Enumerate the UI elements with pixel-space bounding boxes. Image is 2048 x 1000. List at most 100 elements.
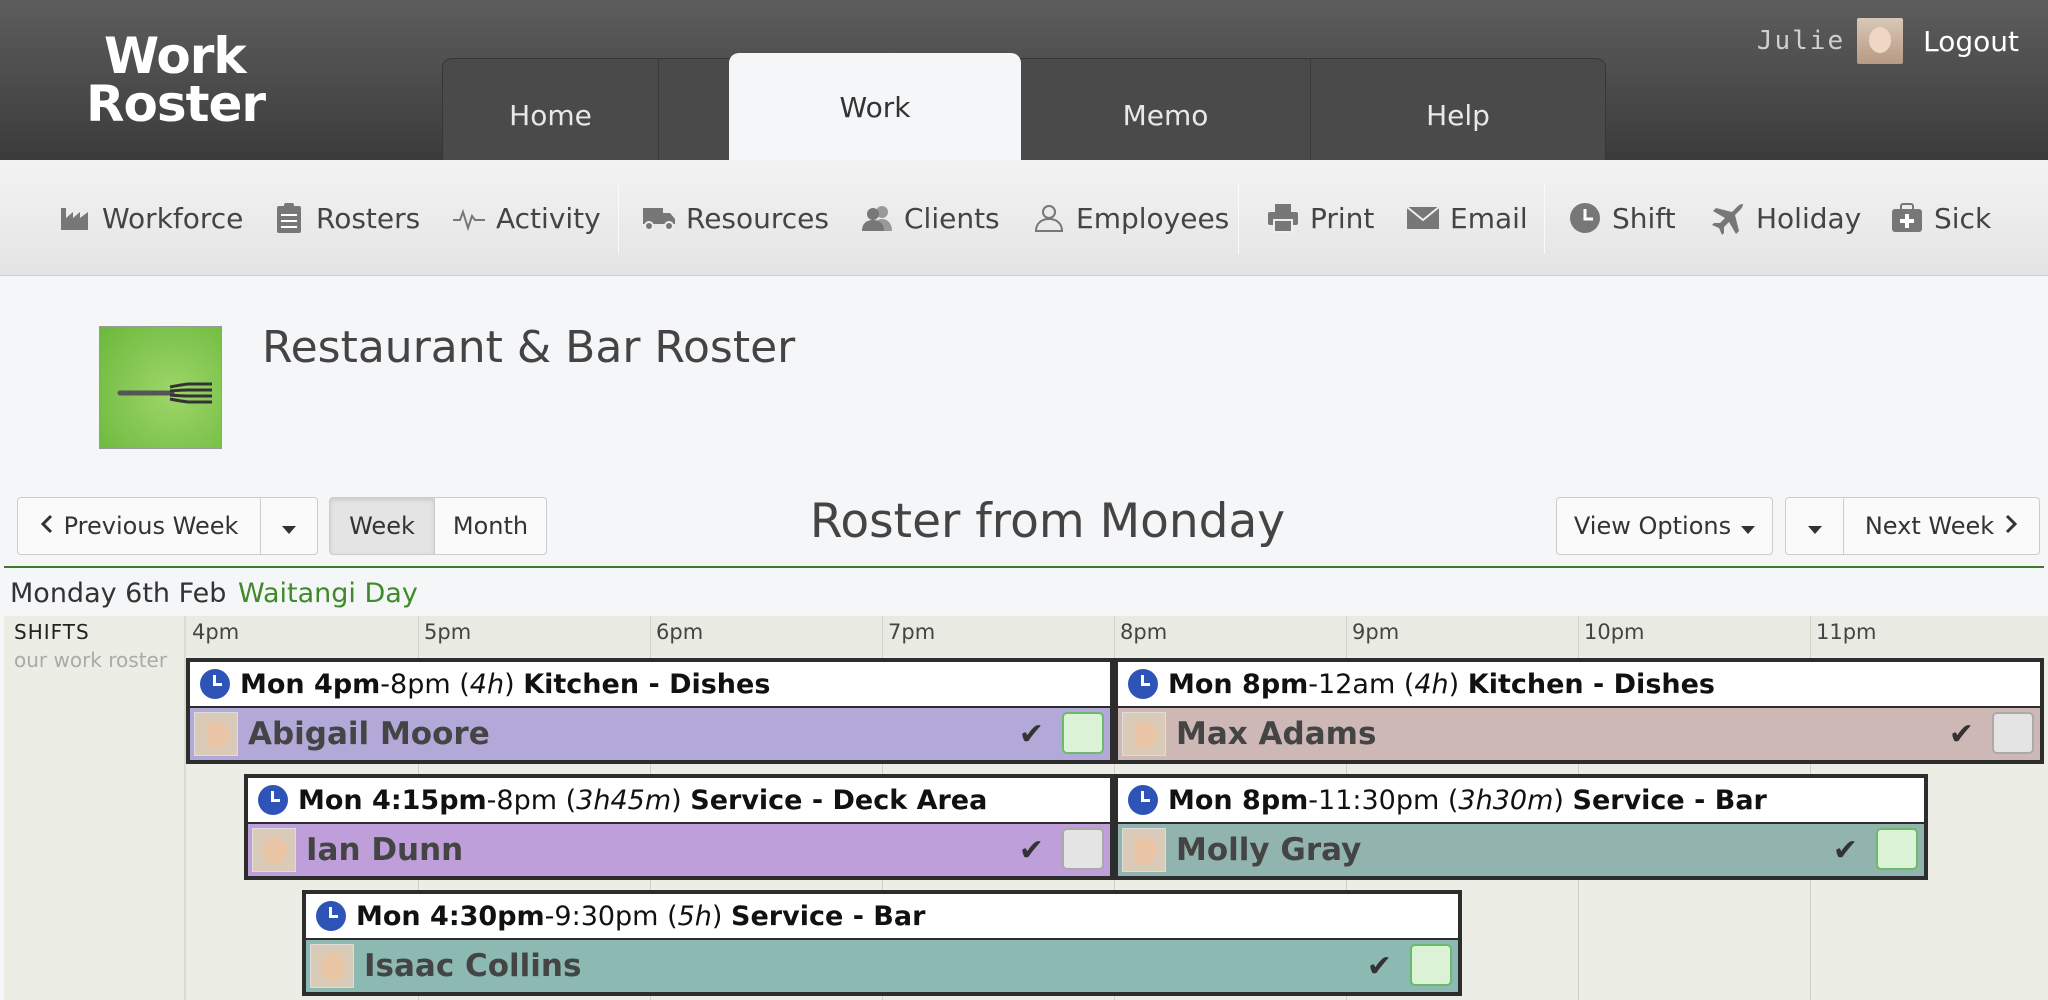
pulse-icon bbox=[452, 205, 486, 231]
envelope-icon bbox=[1406, 206, 1440, 230]
page-title: Restaurant & Bar Roster bbox=[262, 322, 796, 373]
toolbar: Workforce Rosters Activity Resources Cli… bbox=[0, 160, 2048, 276]
hour-label: 4pm bbox=[192, 620, 240, 644]
employee-name: Molly Gray bbox=[1176, 832, 1362, 868]
toolbar-rosters[interactable]: Rosters bbox=[272, 160, 420, 276]
day-label: Monday 6th Feb bbox=[10, 578, 227, 609]
shift-header: Mon 4pm-8pm (4h) Kitchen - Dishes bbox=[190, 662, 1110, 708]
check-icon: ✔ bbox=[1832, 833, 1858, 868]
employee-name: Ian Dunn bbox=[306, 832, 464, 868]
shifts-label: SHIFTS bbox=[14, 620, 90, 644]
employee-avatar bbox=[310, 944, 354, 988]
employee-avatar bbox=[252, 828, 296, 872]
clipboard-icon bbox=[272, 202, 306, 234]
shift-header: Mon 8pm-12am (4h) Kitchen - Dishes bbox=[1118, 662, 2040, 708]
toolbar-workforce[interactable]: Workforce bbox=[58, 160, 243, 276]
toolbar-holiday[interactable]: Holiday bbox=[1712, 160, 1861, 276]
clock-icon bbox=[1568, 202, 1602, 234]
app-logo[interactable]: Work Roster bbox=[86, 31, 266, 129]
toolbar-clients[interactable]: Clients bbox=[860, 160, 1000, 276]
roster-image bbox=[99, 326, 222, 449]
next-week-dropdown[interactable] bbox=[1785, 497, 1844, 555]
caret-down-icon bbox=[282, 512, 296, 540]
confirm-checkbox[interactable] bbox=[1410, 944, 1452, 986]
confirm-checkbox[interactable] bbox=[1992, 712, 2034, 754]
shift-employee-row: Abigail Moore ✔ bbox=[190, 708, 1110, 760]
shift-card[interactable]: Mon 8pm-12am (4h) Kitchen - Dishes Max A… bbox=[1114, 658, 2044, 764]
clock-icon bbox=[258, 785, 288, 815]
chevron-left-icon bbox=[40, 512, 54, 540]
hour-label: 11pm bbox=[1816, 620, 1877, 644]
hour-label: 10pm bbox=[1584, 620, 1645, 644]
confirm-checkbox[interactable] bbox=[1062, 828, 1104, 870]
toolbar-activity[interactable]: Activity bbox=[452, 160, 601, 276]
check-icon: ✔ bbox=[1018, 717, 1044, 752]
logout-link[interactable]: Logout bbox=[1923, 25, 2019, 58]
hour-label: 8pm bbox=[1120, 620, 1168, 644]
toolbar-shift[interactable]: Shift bbox=[1568, 160, 1676, 276]
shift-card[interactable]: Mon 4:15pm-8pm (3h45m) Service - Deck Ar… bbox=[244, 774, 1114, 880]
check-icon: ✔ bbox=[1948, 717, 1974, 752]
shift-header: Mon 4:30pm-9:30pm (5h) Service - Bar bbox=[306, 894, 1458, 940]
toolbar-print[interactable]: Print bbox=[1266, 160, 1374, 276]
hour-label: 5pm bbox=[424, 620, 472, 644]
employee-avatar bbox=[1122, 828, 1166, 872]
user-menu: Julie Logout bbox=[1757, 18, 2019, 64]
hour-label: 6pm bbox=[656, 620, 704, 644]
toolbar-resources[interactable]: Resources bbox=[642, 160, 829, 276]
chevron-right-icon bbox=[2004, 512, 2018, 540]
employee-name: Max Adams bbox=[1176, 716, 1377, 752]
user-name: Julie bbox=[1756, 26, 1846, 56]
week-view-button[interactable]: Week bbox=[329, 497, 435, 555]
clock-icon bbox=[1128, 785, 1158, 815]
caret-down-icon bbox=[1741, 512, 1756, 540]
employee-avatar bbox=[1122, 712, 1166, 756]
truck-icon bbox=[642, 205, 676, 231]
clients-icon bbox=[860, 204, 894, 232]
printer-icon bbox=[1266, 203, 1300, 233]
toolbar-employees[interactable]: Employees bbox=[1032, 160, 1229, 276]
toolbar-sick[interactable]: Sick bbox=[1890, 160, 1991, 276]
user-avatar[interactable] bbox=[1857, 18, 1904, 64]
shift-card[interactable]: Mon 4pm-8pm (4h) Kitchen - Dishes Abigai… bbox=[186, 658, 1114, 764]
next-week-button[interactable]: Next Week bbox=[1843, 497, 2040, 555]
hour-label: 7pm bbox=[888, 620, 936, 644]
hour-label: 9pm bbox=[1352, 620, 1400, 644]
confirm-checkbox[interactable] bbox=[1062, 712, 1104, 754]
shift-employee-row: Ian Dunn ✔ bbox=[248, 824, 1110, 876]
tab-home[interactable]: Home bbox=[443, 59, 659, 161]
check-icon: ✔ bbox=[1018, 833, 1044, 868]
holiday-label: Waitangi Day bbox=[238, 578, 418, 609]
factory-icon bbox=[58, 205, 92, 231]
shift-header: Mon 4:15pm-8pm (3h45m) Service - Deck Ar… bbox=[248, 778, 1110, 824]
employee-name: Isaac Collins bbox=[364, 948, 582, 984]
employee-avatar bbox=[194, 712, 238, 756]
view-options-button[interactable]: View Options bbox=[1556, 497, 1773, 555]
shift-employee-row: Molly Gray ✔ bbox=[1118, 824, 1924, 876]
shift-card[interactable]: Mon 4:30pm-9:30pm (5h) Service - Bar Isa… bbox=[302, 890, 1462, 996]
person-icon bbox=[1032, 204, 1066, 232]
shift-header: Mon 8pm-11:30pm (3h30m) Service - Bar bbox=[1118, 778, 1924, 824]
tab-help[interactable]: Help bbox=[1311, 59, 1605, 161]
shift-employee-row: Isaac Collins ✔ bbox=[306, 940, 1458, 992]
employee-name: Abigail Moore bbox=[248, 716, 490, 752]
main-tabs: Home Work Memo Help bbox=[442, 53, 1606, 161]
caret-down-icon bbox=[1807, 512, 1822, 540]
previous-week-button[interactable]: Previous Week bbox=[17, 497, 261, 555]
roster-heading: Roster from Monday bbox=[809, 494, 1286, 549]
shift-card[interactable]: Mon 8pm-11:30pm (3h30m) Service - Bar Mo… bbox=[1114, 774, 1928, 880]
shifts-sublabel: our work roster bbox=[14, 648, 168, 672]
plane-icon bbox=[1712, 201, 1746, 235]
shift-employee-row: Max Adams ✔ bbox=[1118, 708, 2040, 760]
clock-icon bbox=[1128, 669, 1158, 699]
month-view-button[interactable]: Month bbox=[434, 497, 547, 555]
tab-work[interactable]: Work bbox=[729, 53, 1021, 161]
toolbar-email[interactable]: Email bbox=[1406, 160, 1528, 276]
app-header: Work Roster Home Work Memo Help Julie Lo… bbox=[0, 0, 2048, 161]
tab-memo[interactable]: Memo bbox=[1021, 59, 1311, 161]
previous-week-dropdown[interactable] bbox=[260, 497, 318, 555]
check-icon: ✔ bbox=[1366, 949, 1392, 984]
clock-icon bbox=[200, 669, 230, 699]
medkit-icon bbox=[1890, 203, 1924, 233]
confirm-checkbox[interactable] bbox=[1876, 828, 1918, 870]
